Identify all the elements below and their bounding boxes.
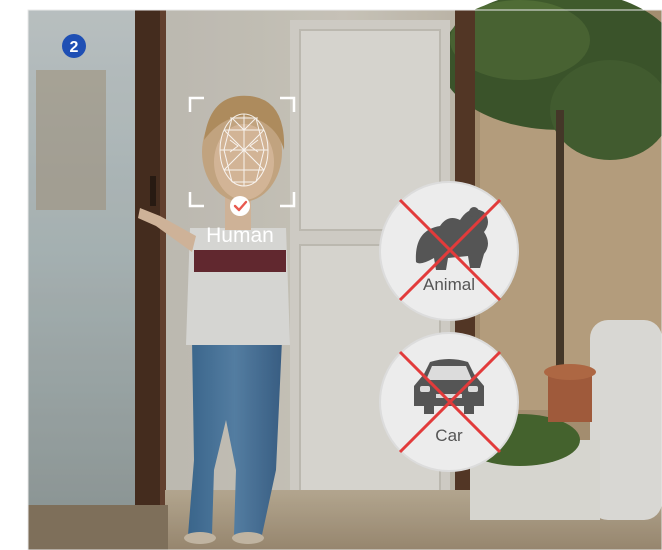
face-mesh-icon [219, 113, 269, 187]
car-label: Car [435, 426, 463, 445]
animal-detection-icon [379, 181, 519, 321]
human-label: Human [206, 224, 274, 247]
security-camera-scene: 2 Human Animal Car [27, 0, 662, 550]
car-detection-icon [379, 332, 519, 472]
animal-label: Animal [423, 275, 475, 294]
step-number-text: 2 [70, 39, 79, 56]
human-check-icon [230, 196, 250, 216]
